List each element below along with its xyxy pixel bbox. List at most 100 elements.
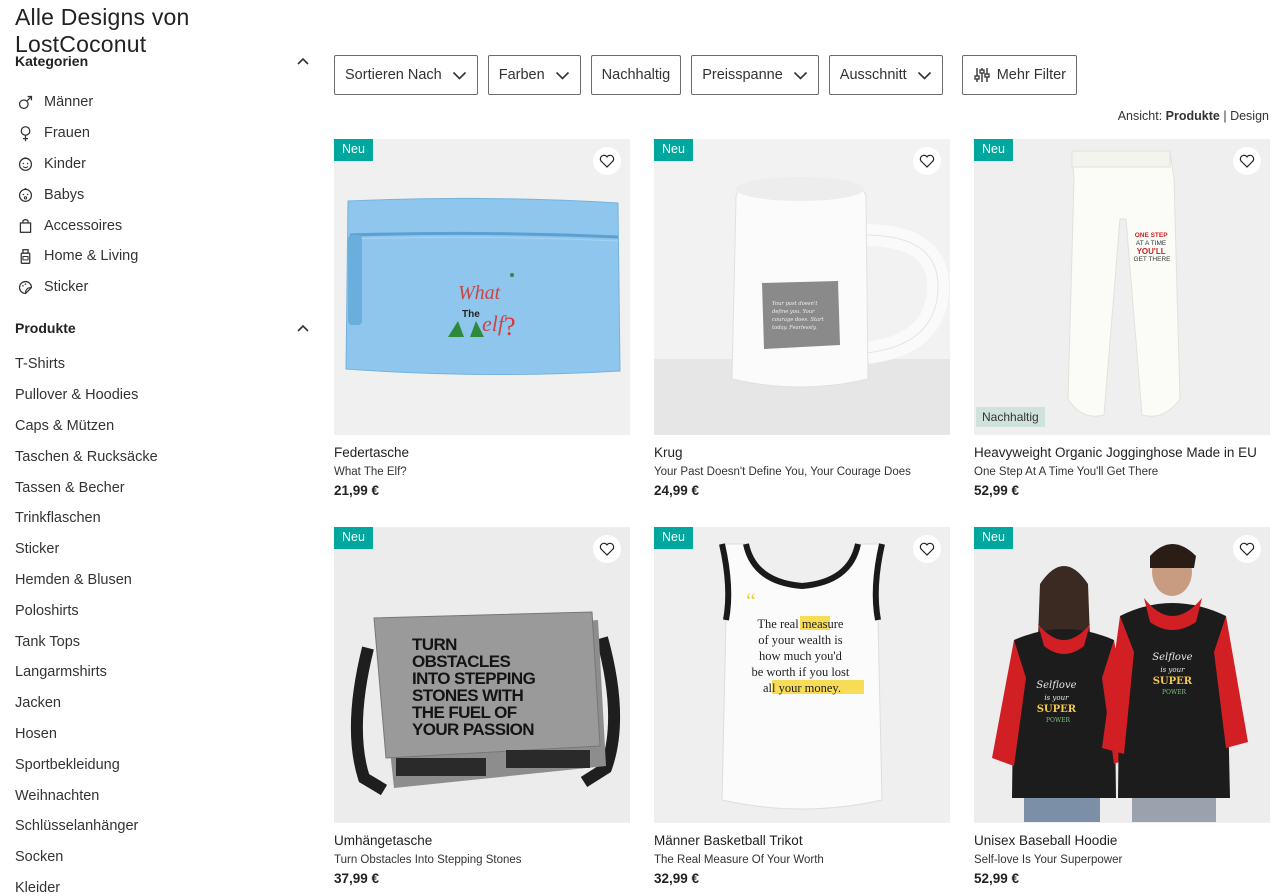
beer-stein-image: Your past doesn't define you. Your coura… — [654, 139, 950, 435]
product-type-item[interactable]: Schlüsselanhänger — [15, 811, 158, 842]
category-item-maenner[interactable]: Männer — [15, 87, 138, 118]
product-price: 52,99 € — [974, 871, 1020, 886]
product-type-item[interactable]: Trinkflaschen — [15, 503, 158, 534]
svg-text:The real measure of yo: The real measure of your wealth is how m… — [751, 617, 852, 695]
product-image[interactable]: What The elf ? Neu — [334, 139, 630, 435]
wishlist-button[interactable] — [593, 535, 621, 563]
category-item-kinder[interactable]: Kinder — [15, 149, 138, 180]
chevron-up-icon[interactable] — [296, 321, 310, 335]
categories-header[interactable]: Kategorien — [15, 53, 310, 69]
heart-icon — [599, 542, 615, 556]
product-type-item[interactable]: Tassen & Becher — [15, 472, 158, 503]
product-card[interactable]: What The elf ? Neu Federtasche What The … — [334, 139, 630, 498]
product-type-item[interactable]: Langarmshirts — [15, 657, 158, 688]
product-type-item[interactable]: Socken — [15, 842, 158, 873]
category-list: Männer Frauen Kinder Babys Accessoires H… — [15, 87, 138, 303]
product-type-item[interactable]: Taschen & Rucksäcke — [15, 441, 158, 472]
product-card[interactable]: “ The real measure of your wealth is how… — [654, 527, 950, 886]
art-text: define you. Your — [772, 309, 815, 315]
sort-dropdown[interactable]: Sortieren Nach — [334, 55, 478, 95]
basketball-jersey-image: “ The real measure of your wealth is how… — [654, 528, 950, 822]
wishlist-button[interactable] — [1233, 147, 1261, 175]
view-label: Ansicht: — [1117, 109, 1163, 123]
product-name[interactable]: Krug — [654, 445, 950, 460]
art-text: YOUR PASSION — [412, 720, 534, 739]
wishlist-button[interactable] — [593, 147, 621, 175]
colors-dropdown[interactable]: Farben — [487, 55, 581, 95]
product-card[interactable]: Your past doesn't define you. Your coura… — [654, 139, 950, 498]
category-item-accessoires[interactable]: Accessoires — [15, 210, 138, 241]
product-type-item[interactable]: Hosen — [15, 719, 158, 750]
sustainable-badge: Nachhaltig — [976, 407, 1045, 427]
page-title: Alle Designs von LostCoconut — [15, 4, 190, 57]
product-price: 21,99 € — [334, 483, 380, 498]
art-text: SUPER — [1037, 704, 1077, 715]
sustainable-filter-button[interactable]: Nachhaltig — [590, 55, 682, 95]
art-text: how much you'd — [759, 649, 843, 663]
product-card[interactable]: ONE STEP AT A TIME YOU'LL GET THERE Neu … — [974, 139, 1270, 498]
view-toggle: Ansicht: Produkte | Design — [1118, 109, 1269, 123]
sustainable-label: Nachhaltig — [601, 67, 671, 83]
product-name[interactable]: Umhängetasche — [334, 833, 630, 848]
new-badge: Neu — [974, 139, 1013, 161]
view-design-option[interactable]: Design — [1230, 109, 1269, 123]
art-text: ONE STEP — [1135, 232, 1169, 239]
product-price: 52,99 € — [974, 483, 1020, 498]
product-image[interactable]: “ The real measure of your wealth is how… — [654, 527, 950, 823]
chevron-up-icon[interactable] — [296, 54, 310, 68]
chevron-down-icon — [452, 71, 466, 80]
product-type-item[interactable]: Weihnachten — [15, 780, 158, 811]
product-type-item[interactable]: Caps & Mützen — [15, 411, 158, 442]
product-name[interactable]: Unisex Baseball Hoodie — [974, 833, 1270, 848]
product-card[interactable]: TURN OBSTACLES INTO STEPPING STONES WITH… — [334, 527, 630, 886]
product-card[interactable]: Selflove is your SUPER POWER Selflove is… — [974, 527, 1270, 886]
product-type-item[interactable]: Kleider — [15, 873, 158, 896]
product-image[interactable]: TURN OBSTACLES INTO STEPPING STONES WITH… — [334, 527, 630, 823]
heart-icon — [919, 154, 935, 168]
category-item-babys[interactable]: Babys — [15, 179, 138, 210]
product-type-item[interactable]: Sticker — [15, 534, 158, 565]
baseball-hoodie-image: Selflove is your SUPER POWER Selflove is… — [974, 528, 1270, 822]
messenger-bag-image: TURN OBSTACLES INTO STEPPING STONES WITH… — [334, 528, 630, 822]
product-type-item[interactable]: Pullover & Hoodies — [15, 380, 158, 411]
bottle-icon — [15, 246, 35, 266]
product-type-item[interactable]: Poloshirts — [15, 595, 158, 626]
category-item-sticker[interactable]: Sticker — [15, 272, 138, 303]
price-range-dropdown[interactable]: Preisspanne — [691, 55, 819, 95]
neckline-dropdown[interactable]: Ausschnitt — [828, 55, 943, 95]
product-type-item[interactable]: Sportbekleidung — [15, 749, 158, 780]
wishlist-button[interactable] — [913, 535, 941, 563]
product-price: 32,99 € — [654, 871, 700, 886]
wishlist-button[interactable] — [1233, 535, 1261, 563]
product-image[interactable]: Your past doesn't define you. Your coura… — [654, 139, 950, 435]
new-badge: Neu — [654, 139, 693, 161]
art-text: ? — [504, 312, 516, 341]
jogging-pants-image: ONE STEP AT A TIME YOU'LL GET THERE — [974, 139, 1270, 435]
product-design: One Step At A Time You'll Get There — [974, 466, 1159, 478]
category-item-home-living[interactable]: Home & Living — [15, 241, 138, 272]
art-text: is your — [1160, 666, 1185, 674]
category-item-frauen[interactable]: Frauen — [15, 118, 138, 149]
product-type-item[interactable]: Hemden & Blusen — [15, 565, 158, 596]
product-image[interactable]: ONE STEP AT A TIME YOU'LL GET THERE Neu … — [974, 139, 1270, 435]
neckline-label: Ausschnitt — [839, 67, 907, 83]
products-header[interactable]: Produkte — [15, 320, 310, 336]
art-text: GET THERE — [1134, 256, 1172, 263]
view-products-option[interactable]: Produkte — [1166, 109, 1220, 123]
product-type-item[interactable]: Tank Tops — [15, 626, 158, 657]
new-badge: Neu — [974, 527, 1013, 549]
art-text: POWER — [1046, 717, 1071, 724]
wishlist-button[interactable] — [913, 147, 941, 175]
sort-label: Sortieren Nach — [345, 67, 442, 83]
product-name[interactable]: Heavyweight Organic Jogginghose Made in … — [974, 445, 1270, 460]
product-design: What The Elf? — [334, 466, 407, 478]
more-filters-button[interactable]: Mehr Filter — [961, 55, 1077, 95]
product-type-item[interactable]: T-Shirts — [15, 349, 158, 380]
sliders-icon — [974, 68, 990, 82]
product-type-item[interactable]: Jacken — [15, 688, 158, 719]
product-name[interactable]: Federtasche — [334, 445, 630, 460]
new-badge: Neu — [654, 527, 693, 549]
product-name[interactable]: Männer Basketball Trikot — [654, 833, 950, 848]
product-image[interactable]: Selflove is your SUPER POWER Selflove is… — [974, 527, 1270, 823]
category-label: Babys — [44, 186, 85, 203]
